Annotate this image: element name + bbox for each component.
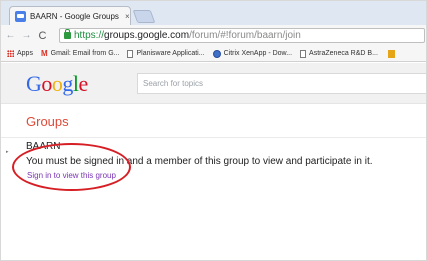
access-message: You must be signed in and a member of th… [26,156,373,167]
gmail-icon: M [40,49,48,58]
citrix-icon [212,49,221,58]
url-scheme: https:// [74,30,105,41]
logo-letter: o [41,71,52,96]
logo-letter: G [26,71,42,96]
google-header: Google Search for topics [1,63,426,104]
logo-letter: e [78,71,89,96]
page-icon [300,49,307,58]
forward-arrow-icon[interactable]: → [20,29,33,42]
bookmark-label: Gmail: Email from G... [50,50,120,57]
bookmark-astrazeneca[interactable]: AstraZeneca R&D B... [300,49,378,58]
tab-strip: BAARN - Google Groups × [1,1,426,25]
bookmark-label: AstraZeneca R&D B... [309,50,378,57]
apps-grid-icon [7,50,14,57]
search-input[interactable]: Search for topics [137,73,426,94]
bookmark-folder-icon[interactable] [387,49,395,58]
url-path: /forum/#!forum/baarn/join [189,30,301,41]
browser-toolbar: ← → C https:// groups.google.com /forum/… [1,25,426,46]
sign-in-link[interactable]: Sign in to view this group [27,171,116,180]
new-tab-button[interactable] [132,10,156,23]
main-content: ▸ BAARN You must be signed in and a memb… [1,138,426,260]
page-title[interactable]: Groups [26,114,69,129]
bookmark-gmail[interactable]: M Gmail: Email from G... [41,49,120,58]
close-icon[interactable]: × [125,12,130,21]
tab-baarn[interactable]: BAARN - Google Groups × [9,6,131,25]
bookmark-label: Citrix XenApp - Dow... [223,50,293,57]
lock-icon [64,29,71,39]
address-bar[interactable]: https:// groups.google.com /forum/#!foru… [59,28,425,43]
bookmark-apps[interactable]: Apps [7,50,33,57]
browser-window: BAARN - Google Groups × ← → C https:// g… [0,0,427,261]
bookmark-planisware[interactable]: Planisware Applicati... [127,49,205,58]
bookmarks-bar: Apps M Gmail: Email from G... Planisware… [1,46,426,62]
logo-letter: g [62,71,73,96]
reload-icon[interactable]: C [36,29,49,42]
google-groups-favicon-icon [15,10,26,22]
page-icon [127,49,134,58]
expand-arrow-icon[interactable]: ▸ [6,149,9,155]
bookmark-label: Planisware Applicati... [136,50,205,57]
bookmark-citrix[interactable]: Citrix XenApp - Dow... [212,49,293,58]
google-logo[interactable]: Google [26,71,88,97]
back-arrow-icon[interactable]: ← [4,29,17,42]
groups-bar: Groups [1,104,426,138]
group-name: BAARN [26,141,61,152]
url-host: groups.google.com [104,30,190,41]
bookmark-label: Apps [17,50,33,57]
tab-title: BAARN - Google Groups [30,11,119,21]
logo-letter: o [51,71,63,96]
